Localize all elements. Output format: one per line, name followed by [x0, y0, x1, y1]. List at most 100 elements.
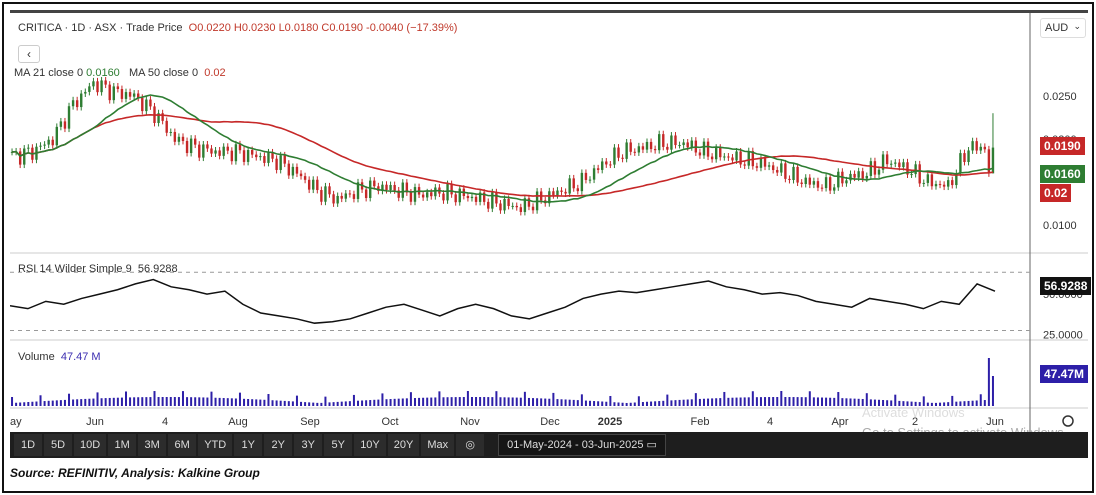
candle-body — [849, 173, 852, 181]
candle-body — [584, 172, 588, 180]
volume-bar — [438, 391, 441, 406]
volume-bar — [84, 398, 87, 406]
currency-select[interactable]: AUD ⌄ — [1040, 18, 1086, 38]
volume-bar — [283, 400, 286, 406]
volume-bar — [206, 397, 209, 406]
candle-body — [572, 178, 575, 189]
calendar-icon: ▭ — [643, 439, 657, 451]
volume-bar — [55, 400, 58, 406]
candle-body — [617, 147, 620, 158]
volume-bar — [271, 400, 274, 406]
candle-body — [706, 141, 710, 157]
volume-bar — [470, 397, 473, 406]
candle-body — [678, 145, 681, 147]
volume-bar — [841, 398, 844, 406]
volume-bar — [731, 397, 734, 406]
candle-body — [104, 80, 107, 85]
candle-body — [938, 184, 942, 186]
candle-body — [658, 134, 661, 151]
volume-bar — [324, 396, 327, 406]
volume-bar — [808, 391, 811, 406]
volume-bar — [495, 391, 498, 406]
range-button-6m[interactable]: 6M — [168, 434, 197, 456]
candle-body — [340, 195, 343, 199]
range-button-1y[interactable]: 1Y — [234, 434, 263, 456]
volume-bar — [780, 391, 783, 406]
candle-body — [80, 93, 83, 108]
separator: · — [64, 22, 69, 34]
volume-bar — [80, 399, 83, 406]
candle-body — [283, 155, 286, 164]
volume-bar — [491, 397, 494, 406]
volume-bar — [670, 400, 673, 406]
volume-bar — [31, 401, 34, 406]
range-button-ytd[interactable]: YTD — [198, 434, 233, 456]
chart-container[interactable]: 0.02500.02000.010025.0000ayJun4AugSepOct… — [10, 10, 1092, 458]
x-axis-label: ay — [10, 416, 22, 428]
volume-bar — [479, 397, 482, 406]
range-button-5y[interactable]: 5Y — [324, 434, 353, 456]
volume-bar — [987, 358, 990, 406]
volume-bar — [202, 397, 205, 406]
volume-bar — [373, 399, 376, 406]
volume-bar — [336, 401, 339, 406]
separator: · — [119, 22, 124, 34]
candle-body — [59, 121, 63, 127]
volume-bar — [576, 400, 579, 406]
candle-body — [275, 158, 278, 170]
volume-bar — [503, 397, 506, 406]
candle-body — [910, 174, 913, 176]
candle-body — [898, 162, 901, 168]
volume-bar — [682, 399, 685, 406]
range-button-3m[interactable]: 3M — [138, 434, 167, 456]
x-axis-label: 4 — [162, 416, 168, 428]
candle-body — [763, 158, 767, 167]
candle-body — [84, 91, 87, 94]
range-button-20y[interactable]: 20Y — [387, 434, 420, 456]
volume-bar — [532, 398, 535, 406]
volume-bar — [133, 397, 136, 406]
volume-bar — [129, 397, 132, 406]
range-button-1m[interactable]: 1M — [108, 434, 137, 456]
range-button-10y[interactable]: 10Y — [354, 434, 386, 456]
candle-body — [18, 151, 22, 165]
candle-body — [735, 151, 738, 161]
candle-body — [320, 190, 323, 202]
candle-body — [857, 171, 860, 178]
volume-bar — [426, 397, 429, 406]
range-button-2y[interactable]: 2Y — [264, 434, 293, 456]
watermark-line1: Activate Windows — [862, 405, 965, 420]
volume-bar — [601, 401, 604, 406]
volume-bar — [629, 402, 632, 406]
volume-bar — [564, 399, 567, 406]
candle-body — [670, 135, 673, 150]
volume-bar — [430, 397, 433, 406]
date-range-picker[interactable]: 01-May-2024 - 03-Jun-2025 ▭ — [498, 434, 666, 456]
rsi-line — [10, 278, 996, 324]
volume-bar — [51, 400, 54, 406]
candle-body — [442, 193, 445, 201]
volume-bar — [153, 391, 156, 406]
volume-bar — [173, 397, 176, 406]
volume-bar — [194, 397, 197, 406]
range-settings-icon[interactable]: ◎ — [456, 434, 485, 456]
volume-bar — [833, 397, 836, 406]
range-button-10d[interactable]: 10D — [74, 434, 107, 456]
volume-bar — [829, 397, 832, 406]
candle-body — [385, 184, 388, 191]
range-button-1d[interactable]: 1D — [14, 434, 42, 456]
chevron-down-icon: ⌄ — [1073, 21, 1081, 31]
volume-bar — [108, 397, 111, 406]
volume-bar — [853, 398, 856, 406]
range-button-5d[interactable]: 5D — [44, 434, 72, 456]
range-button-max[interactable]: Max — [421, 434, 455, 456]
volume-bar — [650, 401, 653, 406]
ma21-label: MA 21 close 0 — [14, 67, 84, 79]
candle-body — [946, 180, 950, 187]
range-button-3y[interactable]: 3Y — [294, 434, 323, 456]
candle-body — [165, 120, 168, 133]
volume-bar — [751, 391, 754, 406]
volume-bar — [556, 399, 559, 406]
candle-body — [328, 186, 331, 195]
collapse-legend-button[interactable]: ‹ — [18, 45, 40, 63]
